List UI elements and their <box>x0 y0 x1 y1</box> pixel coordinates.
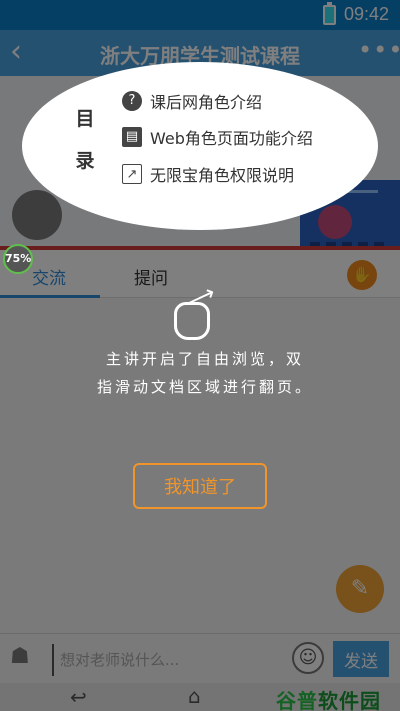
hint-text-line2: 指滑动文档区域进行翻页。 <box>96 378 313 396</box>
catalog-heading: 目 录 <box>73 98 97 182</box>
document-icon: ▤ <box>122 127 142 147</box>
catalog-heading-line2: 录 <box>75 150 95 172</box>
catalog-item-role-intro[interactable]: ? 课后网角色介绍 <box>122 89 262 113</box>
got-it-button[interactable]: 我知道了 <box>133 463 267 509</box>
two-finger-swipe-icon: ⟶ <box>168 281 228 342</box>
catalog-item-label: 课后网角色介绍 <box>150 93 263 112</box>
chart-icon: ↗ <box>122 164 142 184</box>
catalog-item-permissions[interactable]: ↗ 无限宝角色权限说明 <box>122 162 294 186</box>
catalog-heading-line1: 目 <box>75 108 95 130</box>
hint-text-line1: 主讲开启了自由浏览，双 <box>105 350 304 368</box>
catalog-item-label: 无限宝角色权限说明 <box>150 166 295 185</box>
catalog-item-label: Web角色页面功能介绍 <box>150 129 313 148</box>
progress-badge: 75% <box>3 244 33 274</box>
help-circle-icon: ? <box>122 91 142 111</box>
catalog-item-web-features[interactable]: ▤ Web角色页面功能介绍 <box>122 125 313 149</box>
